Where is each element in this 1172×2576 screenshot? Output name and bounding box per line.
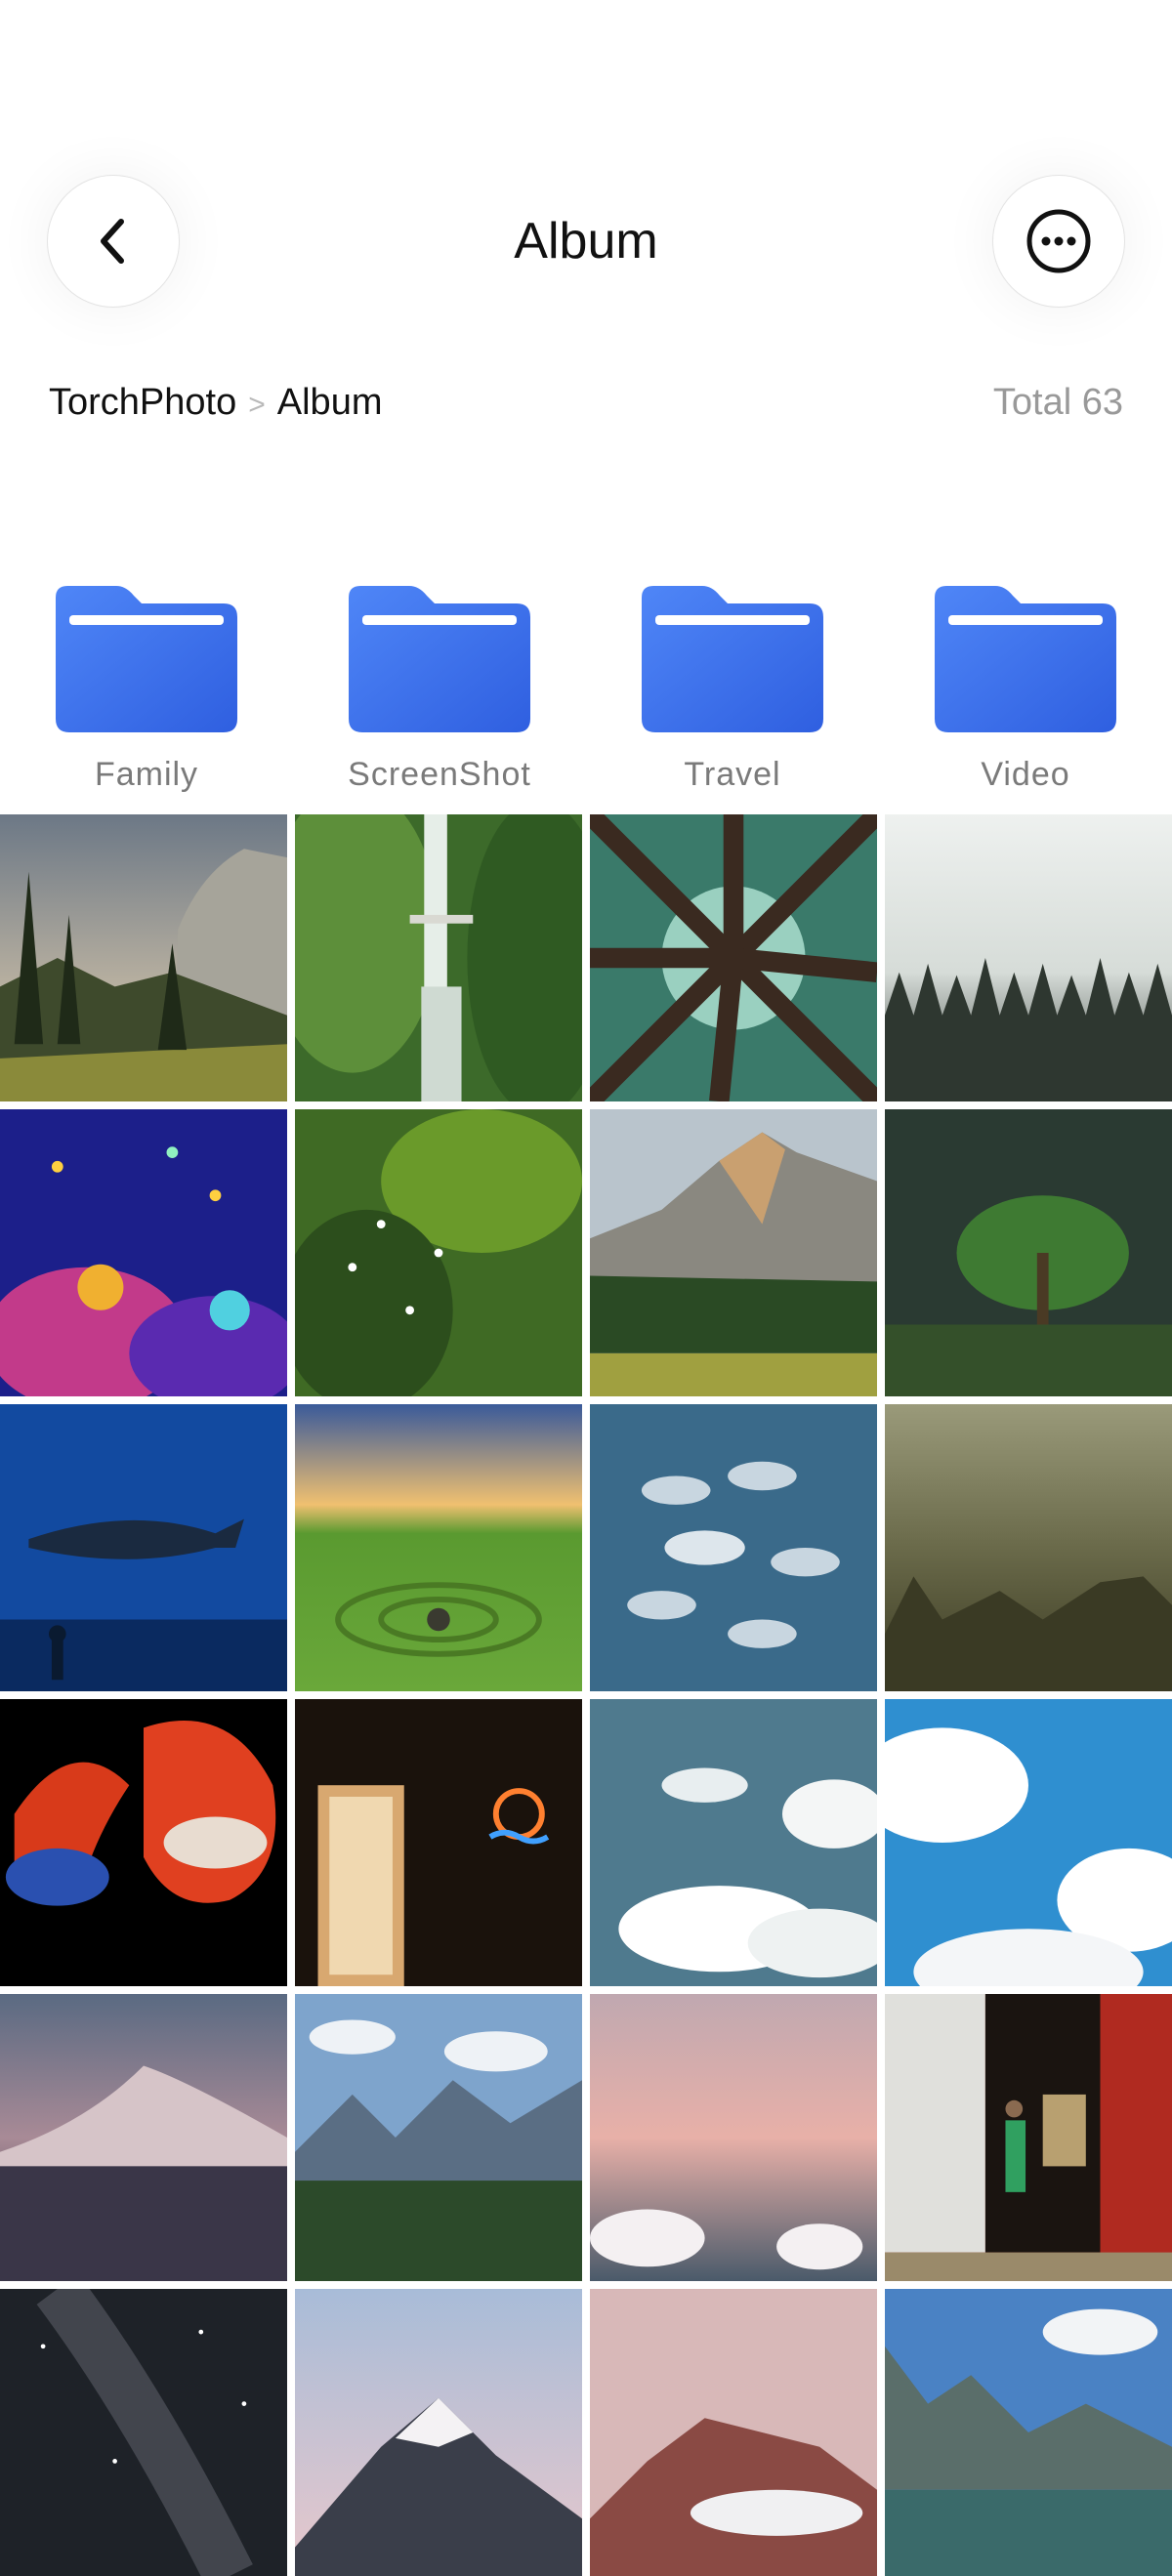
photo-thumbnail[interactable] <box>0 1404 287 1691</box>
photo-thumbnail[interactable] <box>295 1404 582 1691</box>
folder-icon <box>935 586 1116 732</box>
photo-thumbnail[interactable] <box>0 1109 287 1396</box>
photo-thumbnail[interactable] <box>295 1699 582 1986</box>
breadcrumb-current: Album <box>276 382 383 423</box>
photo-thumbnail[interactable] <box>0 2289 287 2576</box>
photo-thumbnail[interactable] <box>885 1109 1172 1396</box>
photo-thumbnail[interactable] <box>295 2289 582 2576</box>
photo-thumbnail[interactable] <box>295 1994 582 2281</box>
total-count: Total 63 <box>992 382 1123 423</box>
more-horizontal-icon <box>1026 209 1091 273</box>
photo-thumbnail[interactable] <box>885 1994 1172 2281</box>
folder-travel[interactable]: Travel <box>586 586 879 810</box>
photo-thumbnail[interactable] <box>0 814 287 1101</box>
photo-thumbnail[interactable] <box>885 2289 1172 2576</box>
folder-icon <box>56 586 237 732</box>
folder-screenshot[interactable]: ScreenShot <box>293 586 586 810</box>
photo-thumbnail[interactable] <box>295 1109 582 1396</box>
folder-icon <box>349 586 530 732</box>
folder-video[interactable]: Video <box>879 586 1172 810</box>
folder-icon <box>642 586 823 732</box>
photo-thumbnail[interactable] <box>590 1994 877 2281</box>
folder-label: ScreenShot <box>348 756 531 793</box>
photo-thumbnail[interactable] <box>885 1699 1172 1986</box>
folder-label: Travel <box>684 756 781 793</box>
photo-thumbnail[interactable] <box>885 814 1172 1101</box>
folder-family[interactable]: Family <box>0 586 293 810</box>
photo-thumbnail[interactable] <box>590 1699 877 1986</box>
breadcrumb-separator: > <box>248 389 266 421</box>
photo-thumbnail[interactable] <box>590 814 877 1101</box>
photo-thumbnail[interactable] <box>590 2289 877 2576</box>
breadcrumb-root[interactable]: TorchPhoto <box>49 382 236 423</box>
photo-thumbnail[interactable] <box>295 814 582 1101</box>
photo-thumbnail[interactable] <box>590 1404 877 1691</box>
breadcrumb: TorchPhoto > Album <box>49 375 382 433</box>
folder-label: Family <box>94 756 199 793</box>
photo-thumbnail[interactable] <box>590 1109 877 1396</box>
more-options-button[interactable] <box>992 175 1125 308</box>
photo-thumbnail[interactable] <box>885 1404 1172 1691</box>
photo-thumbnail[interactable] <box>0 1699 287 1986</box>
folder-label: Video <box>981 756 1070 793</box>
photo-thumbnail[interactable] <box>0 1994 287 2281</box>
